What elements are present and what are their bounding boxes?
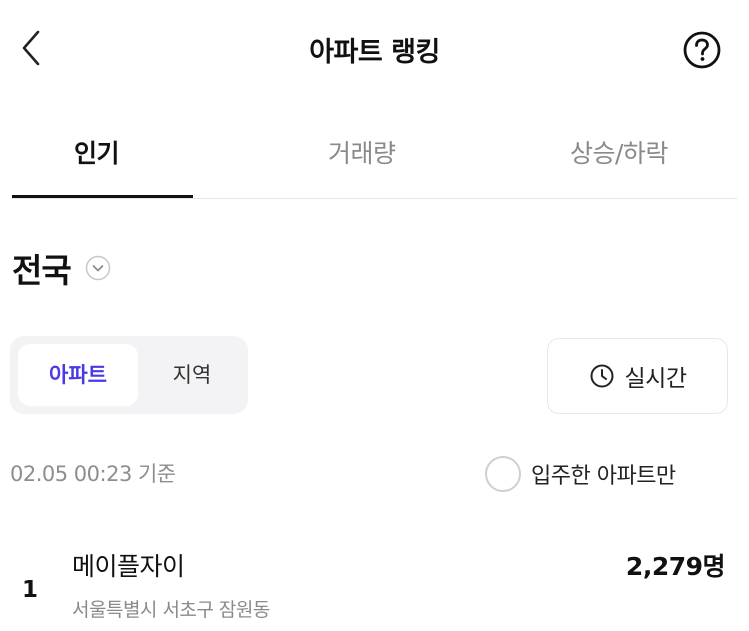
region-label: 전국	[12, 251, 72, 290]
region-selector[interactable]: 전국	[12, 246, 111, 290]
apartment-name: 메이플자이	[72, 552, 185, 581]
clock-icon	[590, 364, 613, 388]
segment-region[interactable]: 지역	[142, 344, 242, 406]
help-button[interactable]	[682, 30, 722, 70]
top-bar: 아파트 랭킹	[0, 0, 749, 100]
tab-popular[interactable]: 인기	[74, 134, 120, 170]
radio-circle-icon[interactable]	[485, 456, 521, 492]
popularity-count: 2,279명	[625, 552, 726, 581]
realtime-button[interactable]: 실시간	[547, 338, 728, 414]
basis-timestamp: 02.05 00:23 기준	[10, 462, 176, 486]
type-segmented-control: 아파트 지역	[10, 336, 248, 414]
help-circle-icon	[683, 31, 721, 69]
ranking-tabs: 인기 거래량 상승/하락	[12, 112, 737, 199]
active-tab-indicator	[12, 195, 193, 198]
movein-only-label: 입주한 아파트만	[531, 464, 676, 489]
page-title: 아파트 랭킹	[309, 37, 440, 68]
ranking-row[interactable]: 1 메이플자이 서울특별시 서초구 잠원동 2,279명	[0, 535, 749, 631]
tab-trade-volume[interactable]: 거래량	[328, 134, 396, 170]
segment-apartment[interactable]: 아파트	[18, 344, 138, 406]
rank-number: 1	[22, 577, 39, 603]
chevron-down-circle-icon	[85, 255, 110, 281]
apartment-address: 서울특별시 서초구 잠원동	[72, 599, 270, 621]
movein-only-filter[interactable]: 입주한 아파트만	[485, 452, 676, 496]
tab-rise-fall[interactable]: 상승/하락	[570, 134, 668, 170]
realtime-label: 실시간	[624, 366, 687, 392]
